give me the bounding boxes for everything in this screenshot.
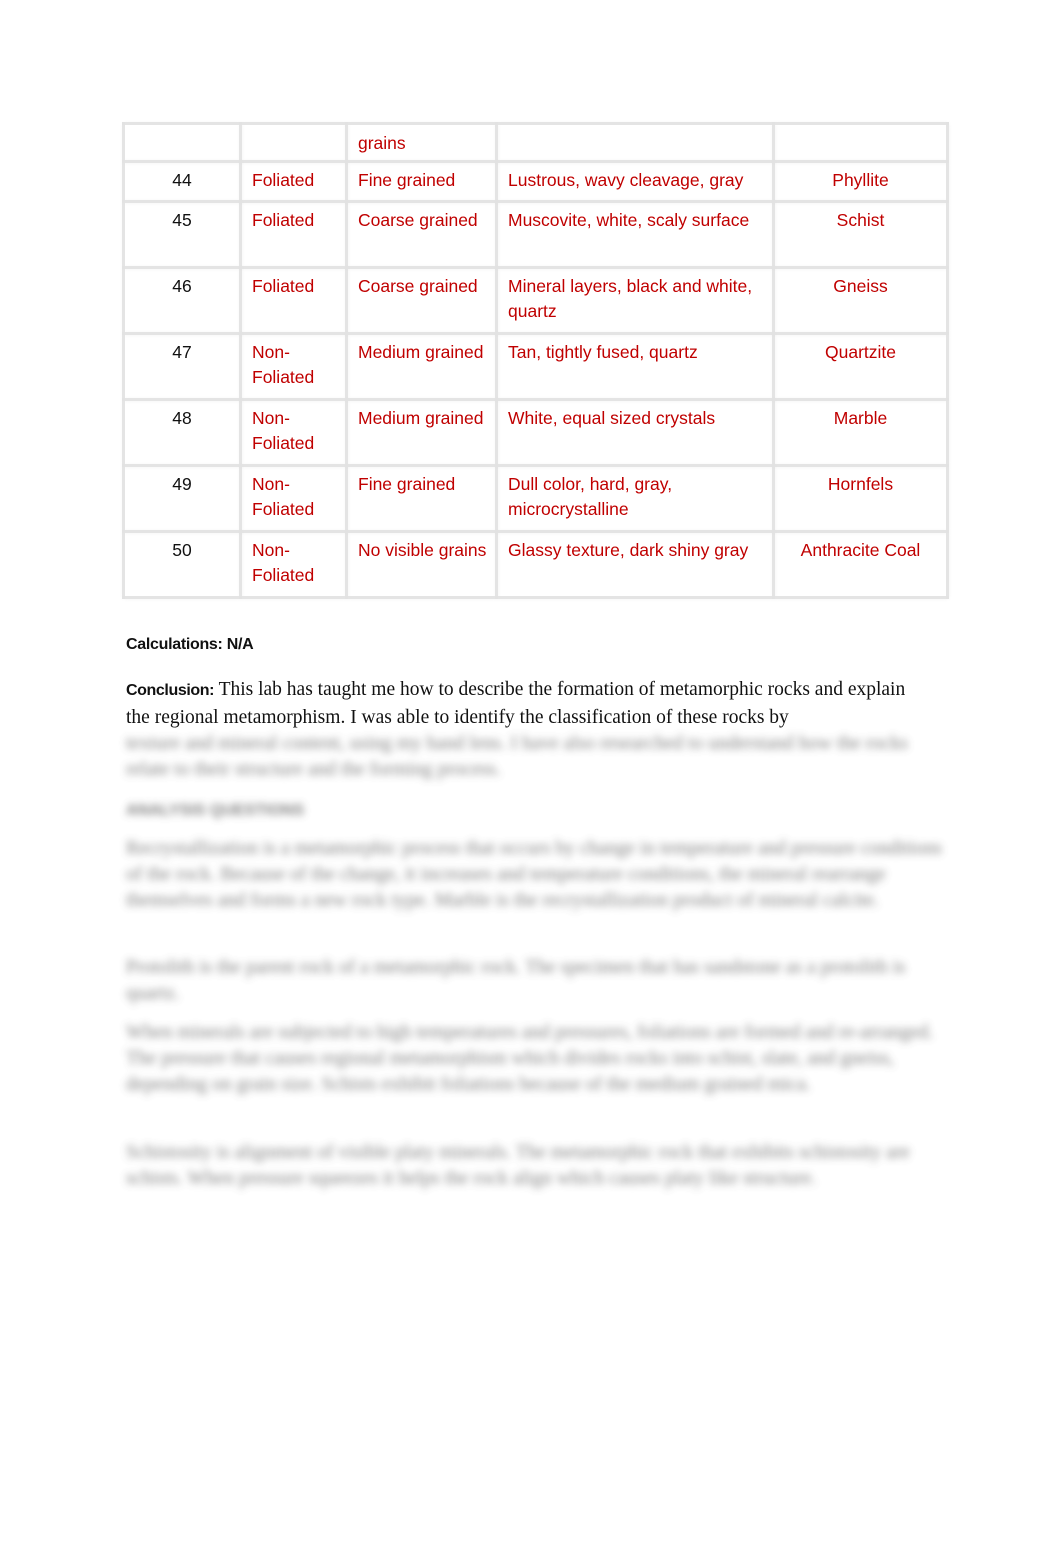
cell-description: Glassy texture, dark shiny gray <box>495 530 775 599</box>
cell-number: 49 <box>122 464 242 533</box>
table-row: 44 Foliated Fine grained Lustrous, wavy … <box>122 160 949 203</box>
blurred-paragraph: Recrystallization is a metamorphic proce… <box>126 838 943 911</box>
cell-number <box>122 122 242 163</box>
blurred-heading: ANALYSIS QUESTIONS <box>126 802 305 819</box>
table-row: 48 Non-Foliated Medium grained White, eq… <box>122 398 949 467</box>
cell-foliation: Foliated <box>239 266 348 335</box>
cell-rock-name: Anthracite Coal <box>772 530 949 599</box>
cell-texture: Medium grained <box>345 398 498 467</box>
blurred-conclusion-continuation: texture and mineral content, using my ha… <box>126 733 908 780</box>
cell-foliation: Non-Foliated <box>239 398 348 467</box>
table-row-continuation: grains <box>122 122 949 163</box>
cell-description: Tan, tightly fused, quartz <box>495 332 775 401</box>
cell-number: 46 <box>122 266 242 335</box>
cell-number: 50 <box>122 530 242 599</box>
table-row: 50 Non-Foliated No visible grains Glassy… <box>122 530 949 599</box>
cell-foliation: Foliated <box>239 200 348 269</box>
cell-rock-name <box>772 122 949 163</box>
blurred-paragraph: When minerals are subjected to high temp… <box>126 1022 934 1095</box>
cell-foliation: Non-Foliated <box>239 464 348 533</box>
cell-rock-name: Marble <box>772 398 949 467</box>
cell-foliation: Non-Foliated <box>239 530 348 599</box>
cell-number: 47 <box>122 332 242 401</box>
conclusion-paragraph: Conclusion: This lab has taught me how t… <box>126 676 926 731</box>
cell-description: White, equal sized crystals <box>495 398 775 467</box>
table-row: 47 Non-Foliated Medium grained Tan, tigh… <box>122 332 949 401</box>
cell-description: Lustrous, wavy cleavage, gray <box>495 160 775 203</box>
cell-texture: Coarse grained <box>345 266 498 335</box>
table-row: 49 Non-Foliated Fine grained Dull color,… <box>122 464 949 533</box>
cell-number: 45 <box>122 200 242 269</box>
rock-identification-table: grains 44 Foliated Fine grained Lustrous… <box>122 122 949 599</box>
table-row: 46 Foliated Coarse grained Mineral layer… <box>122 266 949 335</box>
cell-description: Dull color, hard, gray, microcrystalline <box>495 464 775 533</box>
cell-number: 48 <box>122 398 242 467</box>
cell-description <box>495 122 775 163</box>
cell-texture: Fine grained <box>345 160 498 203</box>
table-row: 45 Foliated Coarse grained Muscovite, wh… <box>122 200 949 269</box>
cell-description: Mineral layers, black and white, quartz <box>495 266 775 335</box>
cell-texture: No visible grains <box>345 530 498 599</box>
cell-rock-name: Quartzite <box>772 332 949 401</box>
cell-texture: grains <box>345 122 498 163</box>
cell-rock-name: Gneiss <box>772 266 949 335</box>
cell-rock-name: Schist <box>772 200 949 269</box>
cell-foliation: Non-Foliated <box>239 332 348 401</box>
conclusion-label: Conclusion: <box>126 682 215 699</box>
cell-description: Muscovite, white, scaly surface <box>495 200 775 269</box>
cell-number: 44 <box>122 160 242 203</box>
blurred-paragraph: Protolith is the parent rock of a metamo… <box>126 957 906 1004</box>
calculations-line: Calculations: N/A <box>126 636 254 653</box>
cell-rock-name: Hornfels <box>772 464 949 533</box>
rock-table: grains 44 Foliated Fine grained Lustrous… <box>122 122 949 599</box>
document-page: grains 44 Foliated Fine grained Lustrous… <box>0 0 1062 1556</box>
blurred-paragraph: Schistosity is alignment of visible plat… <box>126 1142 910 1189</box>
cell-texture: Fine grained <box>345 464 498 533</box>
conclusion-text: This lab has taught me how to describe t… <box>126 679 906 728</box>
cell-rock-name: Phyllite <box>772 160 949 203</box>
cell-foliation: Foliated <box>239 160 348 203</box>
cell-foliation <box>239 122 348 163</box>
cell-texture: Medium grained <box>345 332 498 401</box>
cell-texture: Coarse grained <box>345 200 498 269</box>
